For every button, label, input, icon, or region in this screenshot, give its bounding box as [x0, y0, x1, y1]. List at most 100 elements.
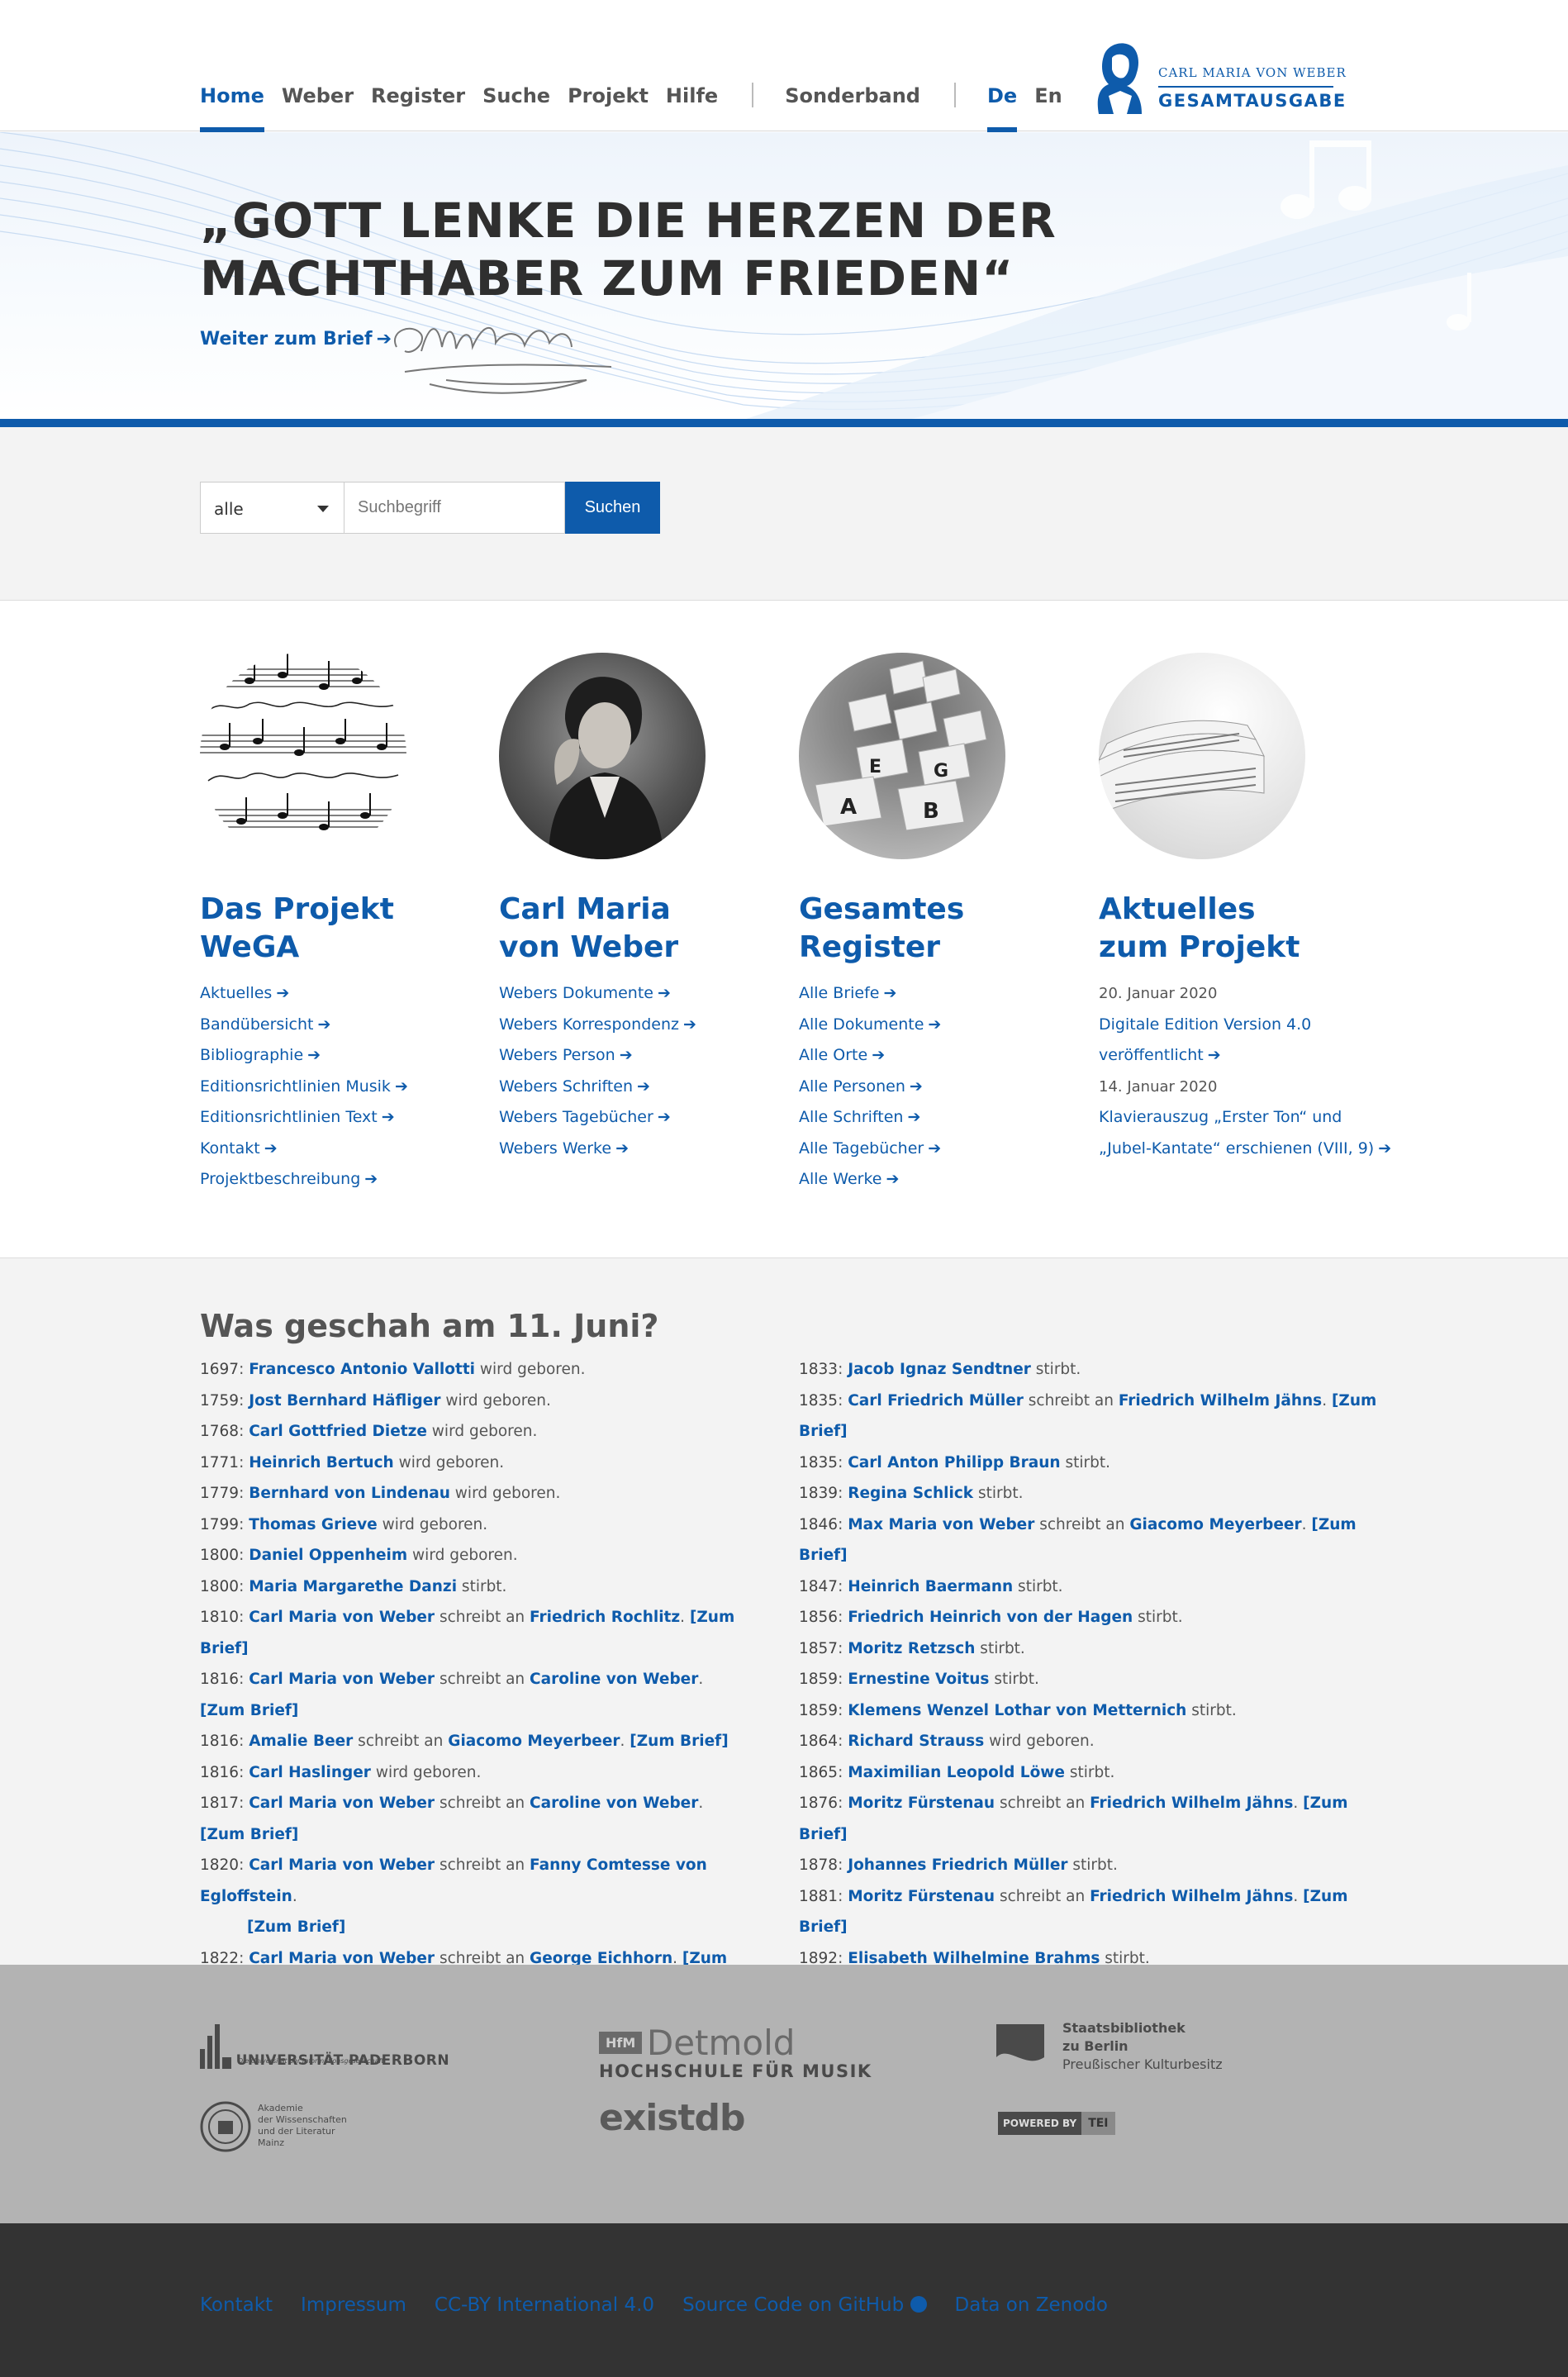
link-webers-dokumente[interactable]: Webers Dokumente ➔ [499, 978, 780, 1010]
link-bibliographie[interactable]: Bibliographie ➔ [200, 1040, 481, 1072]
link-webers-person[interactable]: Webers Person ➔ [499, 1040, 780, 1072]
link-webers-korrespondenz[interactable]: Webers Korrespondenz ➔ [499, 1010, 780, 1041]
link-webers-schriften[interactable]: Webers Schriften ➔ [499, 1072, 780, 1103]
person-link[interactable]: Jost Bernhard Häfliger [249, 1392, 440, 1410]
person-link[interactable]: Maximilian Leopold Löwe [848, 1764, 1065, 1781]
person-link[interactable]: Friedrich Heinrich von der Hagen [848, 1609, 1133, 1626]
card-title[interactable]: Das Projekt WeGA [200, 891, 481, 967]
link-kontakt[interactable]: Kontakt ➔ [200, 1134, 481, 1165]
link-alle-schriften[interactable]: Alle Schriften ➔ [799, 1102, 1080, 1134]
person-link[interactable]: Moritz Fürstenau [848, 1888, 995, 1905]
person-link[interactable]: Caroline von Weber [530, 1795, 698, 1812]
link-alle-werke[interactable]: Alle Werke ➔ [799, 1164, 1080, 1196]
hfm-subtitle: HOCHSCHULE FÜR MUSIK [599, 2061, 872, 2081]
person-link[interactable]: Thomas Grieve [249, 1516, 378, 1533]
link-editionsrichtlinien-musik[interactable]: Editionsrichtlinien Musik ➔ [200, 1072, 481, 1103]
person-link[interactable]: Maria Margarethe Danzi [249, 1578, 457, 1595]
wega-logo[interactable]: CARL MARIA VON WEBER GESAMTAUSGABE [1084, 38, 1346, 117]
person-link[interactable]: Caroline von Weber [530, 1671, 698, 1688]
link-alle-tagebucher[interactable]: Alle Tagebücher ➔ [799, 1134, 1080, 1165]
person-link[interactable]: Heinrich Bertuch [249, 1454, 394, 1471]
person-link[interactable]: Amalie Beer [249, 1733, 353, 1750]
lang-de[interactable]: De [986, 79, 1018, 132]
person-link[interactable]: Giacomo Meyerbeer [448, 1733, 620, 1750]
nav-home[interactable]: Home [200, 79, 264, 132]
link-editionsrichtlinien-text[interactable]: Editionsrichtlinien Text ➔ [200, 1102, 481, 1134]
person-link[interactable]: Richard Strauss [848, 1733, 984, 1750]
letter-link[interactable]: [Zum Brief] [247, 1918, 345, 1936]
newspapers-image[interactable] [1099, 653, 1305, 859]
arrow-right-icon: ➔ [657, 984, 671, 1002]
footer-link-license[interactable]: CC-BY International 4.0 [435, 2294, 654, 2316]
event-text: . [1322, 1391, 1332, 1410]
person-link[interactable]: Carl Anton Philipp Braun [848, 1454, 1060, 1471]
person-link[interactable]: Carl Maria von Weber [249, 1671, 435, 1688]
footer-link-github[interactable]: Source Code on GitHub [682, 2294, 927, 2316]
footer-link-zenodo[interactable]: Data on Zenodo [955, 2294, 1108, 2316]
person-link[interactable]: Friedrich Wilhelm Jähns [1090, 1795, 1293, 1812]
feature-cards: Das Projekt WeGA Aktuelles ➔ Bandübersicht… [0, 601, 1568, 1258]
link-projektbeschreibung[interactable]: Projektbeschreibung ➔ [200, 1164, 481, 1196]
nav-hilfe[interactable]: Hilfe [666, 79, 718, 132]
card-title[interactable]: Carl Maria von Weber [499, 891, 780, 967]
person-link[interactable]: Bernhard von Lindenau [249, 1485, 450, 1502]
person-link[interactable]: Heinrich Baermann [848, 1578, 1013, 1595]
person-link[interactable]: Moritz Fürstenau [848, 1795, 995, 1812]
logo-universitaet-paderborn[interactable]: UNIVERSITÄT PADERBORN Die Universität de… [200, 2024, 449, 2069]
search-input[interactable] [344, 482, 565, 534]
person-link[interactable]: Carl Maria von Weber [249, 1609, 435, 1626]
letter-link[interactable]: [Zum Brief] [630, 1733, 728, 1750]
person-link[interactable]: Carl Haslinger [249, 1764, 371, 1781]
person-link[interactable]: Carl Gottfried Dietze [249, 1423, 427, 1440]
person-link[interactable]: Friedrich Wilhelm Jähns [1090, 1888, 1293, 1905]
person-link[interactable]: Ernestine Voitus [848, 1671, 989, 1688]
person-link[interactable]: Carl Maria von Weber [249, 1856, 435, 1874]
person-link[interactable]: Carl Maria von Weber [249, 1795, 435, 1812]
person-link[interactable]: Daniel Oppenheim [249, 1547, 407, 1564]
nav-projekt[interactable]: Projekt [568, 79, 649, 132]
person-link[interactable]: Carl Friedrich Müller [848, 1392, 1024, 1410]
letter-link[interactable]: [Zum Brief] [200, 1702, 298, 1719]
person-link[interactable]: Regina Schlick [848, 1485, 973, 1502]
card-title[interactable]: Gesamtes Register [799, 891, 1080, 967]
logo-hfm-detmold[interactable]: HfM Detmold HOCHSCHULE FÜR MUSIK [599, 2023, 872, 2081]
nav-weber[interactable]: Weber [282, 79, 354, 132]
link-aktuelles[interactable]: Aktuelles ➔ [200, 978, 481, 1010]
logo-powered-by-tei[interactable]: POWERED BY TEI [998, 2112, 1115, 2135]
nav-register[interactable]: Register [371, 79, 465, 132]
link-alle-personen[interactable]: Alle Personen ➔ [799, 1072, 1080, 1103]
person-link[interactable]: Klemens Wenzel Lothar von Metternich [848, 1702, 1186, 1719]
person-link[interactable]: Moritz Retzsch [848, 1640, 975, 1657]
search-scope-select[interactable]: alle [200, 482, 344, 534]
footer-link-kontakt[interactable]: Kontakt [200, 2294, 273, 2316]
person-link[interactable]: Jacob Ignaz Sendtner [848, 1361, 1031, 1378]
nav-sonderband[interactable]: Sonderband [785, 79, 920, 132]
weber-portrait-image[interactable] [499, 653, 706, 859]
letter-link[interactable]: [Zum Brief] [200, 1826, 298, 1843]
link-bandubersicht[interactable]: Bandübersicht ➔ [200, 1010, 481, 1041]
person-link[interactable]: Francesco Antonio Vallotti [249, 1361, 475, 1378]
link-alle-dokumente[interactable]: Alle Dokumente ➔ [799, 1010, 1080, 1041]
index-cards-image[interactable]: E G A B [799, 653, 1005, 859]
logo-existdb[interactable]: existdb [599, 2097, 746, 2139]
history-column-left: 1697: Francesco Antonio Vallotti wird ge… [200, 1354, 745, 2067]
person-link[interactable]: Max Maria von Weber [848, 1516, 1034, 1533]
link-webers-werke[interactable]: Webers Werke ➔ [499, 1134, 780, 1165]
person-link[interactable]: Johannes Friedrich Müller [848, 1856, 1067, 1874]
link-alle-orte[interactable]: Alle Orte ➔ [799, 1040, 1080, 1072]
news-link[interactable]: Klavierauszug „Erster Ton“ und „Jubel-Kan… [1099, 1102, 1446, 1164]
link-webers-tagebucher[interactable]: Webers Tagebücher ➔ [499, 1102, 780, 1134]
person-link[interactable]: Friedrich Rochlitz [530, 1609, 680, 1626]
person-link[interactable]: Friedrich Wilhelm Jähns [1119, 1392, 1322, 1410]
card-title[interactable]: Aktuelles zum Projekt [1099, 891, 1446, 967]
person-link[interactable]: Giacomo Meyerbeer [1129, 1516, 1301, 1533]
nav-suche[interactable]: Suche [482, 79, 550, 132]
footer-link-impressum[interactable]: Impressum [301, 2294, 406, 2316]
news-link[interactable]: Digitale Edition Version 4.0 veröffentlic… [1099, 1010, 1446, 1072]
search-button[interactable]: Suchen [565, 482, 660, 534]
hero-letter-link[interactable]: Weiter zum Brief ➔ [200, 329, 392, 349]
lang-en[interactable]: En [1034, 79, 1062, 132]
link-alle-briefe[interactable]: Alle Briefe ➔ [799, 978, 1080, 1010]
history-event: 1833: Jacob Ignaz Sendtner stirbt. [799, 1361, 1081, 1378]
music-manuscript-image[interactable] [200, 653, 406, 859]
